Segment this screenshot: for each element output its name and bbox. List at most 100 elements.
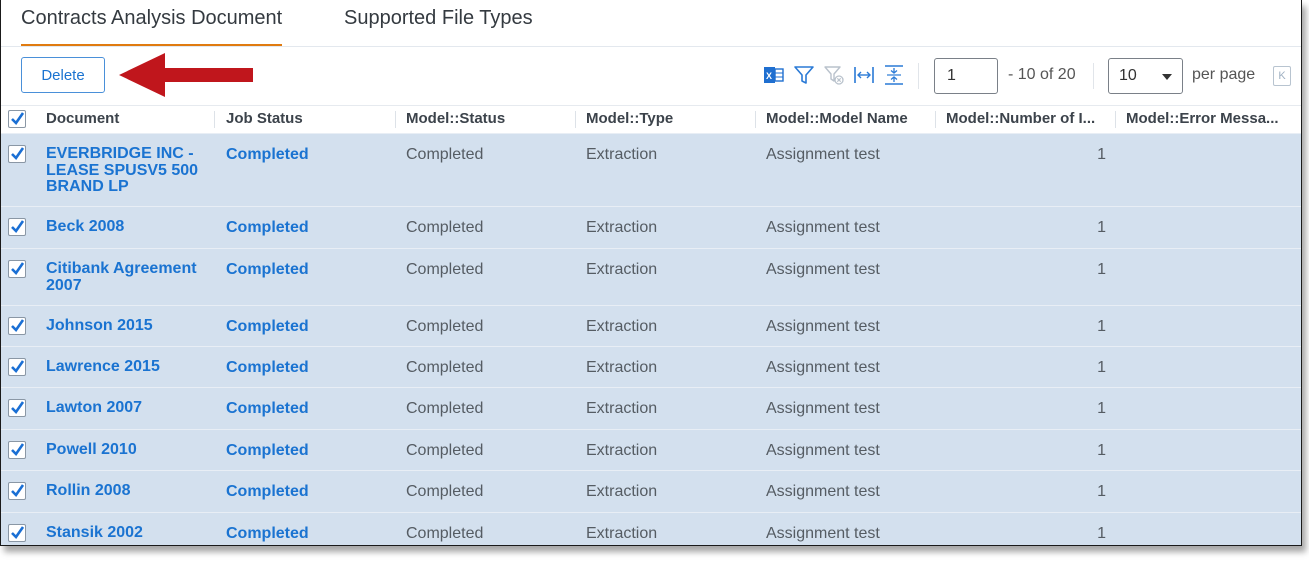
column-header-document[interactable]: Document <box>46 110 119 127</box>
column-header-model-name[interactable]: Model::Model Name <box>766 110 908 127</box>
model-status-cell: Completed <box>406 219 484 236</box>
toolbar-divider <box>918 63 919 89</box>
delete-button[interactable]: Delete <box>21 57 105 93</box>
app-frame: Contracts Analysis Document Supported Fi… <box>0 0 1302 546</box>
model-status-cell: Completed <box>406 483 484 500</box>
checkmark-icon <box>11 220 25 234</box>
checkmark-icon <box>11 147 25 161</box>
number-cell: 1 <box>1097 525 1106 542</box>
grid-tools: X <box>763 63 905 87</box>
toolbar: Delete X 1 - 10 of 20 10 per page K <box>1 47 1301 105</box>
model-type-cell: Extraction <box>586 318 658 335</box>
model-name-cell: Assignment test <box>766 219 880 236</box>
column-header-job-status[interactable]: Job Status <box>226 110 303 127</box>
document-link[interactable]: Citibank Agreement 2007 <box>46 260 211 294</box>
column-header-model-status[interactable]: Model::Status <box>406 110 505 127</box>
document-link[interactable]: Stansik 2002 <box>46 524 211 542</box>
collapse-rows-icon[interactable] <box>883 64 905 86</box>
grid-header: Document Job Status Model::Status Model:… <box>1 105 1301 133</box>
per-page-select[interactable]: 10 <box>1108 58 1183 94</box>
model-type-cell: Extraction <box>586 261 658 278</box>
column-resize-handle[interactable] <box>575 111 576 128</box>
clear-filter-icon[interactable] <box>823 64 845 86</box>
number-cell: 1 <box>1097 483 1106 500</box>
job-status-link[interactable]: Completed <box>226 261 309 279</box>
first-page-button[interactable]: K <box>1273 66 1291 86</box>
job-status-link[interactable]: Completed <box>226 219 309 237</box>
number-cell: 1 <box>1097 219 1106 236</box>
job-status-link[interactable]: Completed <box>226 525 309 543</box>
number-cell: 1 <box>1097 400 1106 417</box>
column-header-error-message[interactable]: Model::Error Messa... <box>1126 110 1279 127</box>
model-type-cell: Extraction <box>586 400 658 417</box>
model-name-cell: Assignment test <box>766 483 880 500</box>
tab-contracts-analysis-document[interactable]: Contracts Analysis Document <box>21 6 283 46</box>
select-all-checkbox[interactable] <box>8 110 26 128</box>
excel-export-icon[interactable]: X <box>763 64 785 86</box>
filter-icon[interactable] <box>793 64 815 86</box>
row-checkbox[interactable] <box>8 260 26 278</box>
job-status-link[interactable]: Completed <box>226 146 309 164</box>
row-checkbox[interactable] <box>8 441 26 459</box>
svg-text:X: X <box>766 71 772 81</box>
model-type-cell: Extraction <box>586 359 658 376</box>
grid-body: EVERBRIDGE INC - LEASE SPUSV5 500 BRAND … <box>1 133 1301 545</box>
column-header-model-type[interactable]: Model::Type <box>586 110 673 127</box>
table-row[interactable]: Rollin 2008 Completed Completed Extraction A… <box>1 470 1301 512</box>
job-status-link[interactable]: Completed <box>226 359 309 377</box>
page-number-input[interactable] <box>934 58 998 94</box>
column-resize-handle[interactable] <box>755 111 756 128</box>
fit-columns-icon[interactable] <box>853 64 875 86</box>
document-link[interactable]: Johnson 2015 <box>46 317 211 335</box>
model-type-cell: Extraction <box>586 483 658 500</box>
table-row[interactable]: Powell 2010 Completed Completed Extraction A… <box>1 429 1301 470</box>
toolbar-divider <box>1093 63 1094 89</box>
document-link[interactable]: Lawton 2007 <box>46 399 211 417</box>
number-cell: 1 <box>1097 318 1106 335</box>
column-resize-handle[interactable] <box>1115 111 1116 128</box>
model-status-cell: Completed <box>406 359 484 376</box>
tab-supported-file-types[interactable]: Supported File Types <box>344 6 533 44</box>
row-checkbox[interactable] <box>8 145 26 163</box>
document-link[interactable]: Beck 2008 <box>46 218 211 236</box>
document-link[interactable]: EVERBRIDGE INC - LEASE SPUSV5 500 BRAND … <box>46 145 211 196</box>
chevron-down-icon <box>1162 74 1172 80</box>
model-name-cell: Assignment test <box>766 400 880 417</box>
document-link[interactable]: Powell 2010 <box>46 441 211 459</box>
job-status-link[interactable]: Completed <box>226 400 309 418</box>
row-checkbox[interactable] <box>8 218 26 236</box>
job-status-link[interactable]: Completed <box>226 318 309 336</box>
column-resize-handle[interactable] <box>395 111 396 128</box>
checkmark-icon <box>11 484 25 498</box>
column-resize-handle[interactable] <box>214 111 215 128</box>
number-cell: 1 <box>1097 359 1106 376</box>
per-page-label: per page <box>1192 66 1256 83</box>
number-cell: 1 <box>1097 146 1106 163</box>
table-row[interactable]: Lawrence 2015 Completed Completed Extractio… <box>1 346 1301 387</box>
table-row[interactable]: EVERBRIDGE INC - LEASE SPUSV5 500 BRAND … <box>1 133 1301 206</box>
table-row[interactable]: Stansik 2002 Completed Completed Extraction… <box>1 512 1301 545</box>
checkmark-icon <box>11 262 25 276</box>
model-type-cell: Extraction <box>586 219 658 236</box>
model-status-cell: Completed <box>406 318 484 335</box>
table-row[interactable]: Beck 2008 Completed Completed Extraction Ass… <box>1 206 1301 248</box>
row-checkbox[interactable] <box>8 317 26 335</box>
model-status-cell: Completed <box>406 442 484 459</box>
number-cell: 1 <box>1097 442 1106 459</box>
model-status-cell: Completed <box>406 261 484 278</box>
column-header-number[interactable]: Model::Number of I... <box>946 110 1095 127</box>
document-link[interactable]: Rollin 2008 <box>46 482 211 500</box>
row-checkbox[interactable] <box>8 399 26 417</box>
red-arrow-annotation <box>119 53 253 97</box>
table-row[interactable]: Johnson 2015 Completed Completed Extraction… <box>1 305 1301 346</box>
row-checkbox[interactable] <box>8 358 26 376</box>
table-row[interactable]: Citibank Agreement 2007 Completed Complete… <box>1 248 1301 305</box>
row-checkbox[interactable] <box>8 482 26 500</box>
job-status-link[interactable]: Completed <box>226 483 309 501</box>
model-status-cell: Completed <box>406 146 484 163</box>
job-status-link[interactable]: Completed <box>226 442 309 460</box>
column-resize-handle[interactable] <box>935 111 936 128</box>
table-row[interactable]: Lawton 2007 Completed Completed Extraction A… <box>1 387 1301 429</box>
document-link[interactable]: Lawrence 2015 <box>46 358 211 376</box>
row-checkbox[interactable] <box>8 524 26 542</box>
